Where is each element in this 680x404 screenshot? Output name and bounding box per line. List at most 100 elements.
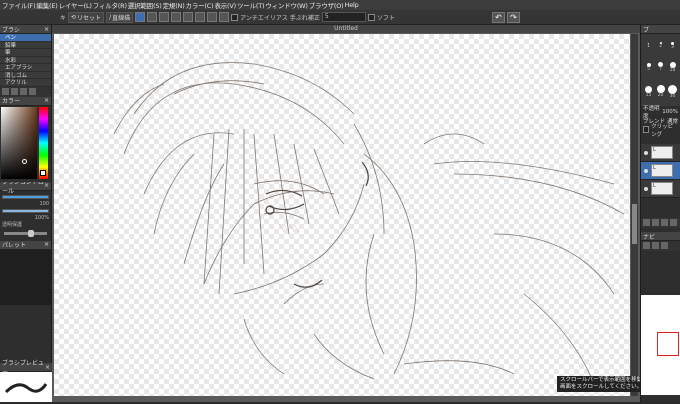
opacity-row: 不透明度 100% — [643, 106, 678, 120]
saturation-value-square[interactable] — [1, 106, 37, 179]
clip-row: クリッピング — [643, 124, 678, 138]
menu-layer[interactable]: レイヤー(L) — [59, 0, 92, 10]
close-icon[interactable]: × — [45, 364, 50, 371]
delete-layer-icon[interactable] — [670, 219, 677, 226]
current-color-swatch[interactable] — [40, 169, 46, 176]
pen-icon: / — [109, 13, 112, 21]
size-bar[interactable] — [2, 194, 49, 199]
palette[interactable] — [0, 249, 51, 305]
layer-list: L L L — [641, 144, 680, 198]
size-label: 7 — [659, 67, 662, 72]
menu-tool[interactable]: ツール(T) — [237, 0, 265, 10]
menu-view[interactable]: 表示(V) — [214, 0, 236, 10]
scroll-thumb[interactable] — [632, 204, 637, 244]
menu-window[interactable]: ウィンドウ(W) — [265, 0, 308, 10]
grid-icon[interactable] — [147, 12, 158, 22]
palette-panel-header: パレット × — [0, 240, 51, 250]
size-option[interactable]: 2 — [655, 36, 666, 55]
soft-checkbox[interactable] — [367, 13, 375, 21]
merge-layer-icon[interactable] — [661, 219, 668, 226]
close-icon[interactable]: × — [44, 241, 49, 248]
palette-panel-title: パレット — [2, 242, 27, 249]
menu-filter[interactable]: フィルタ(R) — [93, 0, 127, 10]
eye-icon[interactable] — [644, 186, 648, 191]
close-icon[interactable]: × — [44, 26, 49, 33]
sketch-drawing — [113, 62, 625, 385]
reset-button[interactable]: ⟲ リセット — [68, 11, 105, 23]
clip-label: クリッピング — [651, 123, 674, 138]
vertical-scrollbar[interactable] — [631, 34, 638, 396]
line-button[interactable]: / 直線描 — [106, 11, 134, 23]
protect-alpha-label[interactable]: 透明保護 — [2, 221, 49, 228]
stabilizer-select[interactable]: 5 — [321, 12, 366, 22]
opacity-value[interactable]: 100% — [662, 109, 678, 115]
menu-browser[interactable]: ブラウザ(O) — [309, 0, 344, 10]
grid4-icon[interactable] — [183, 12, 194, 22]
drawing-canvas[interactable] — [54, 34, 630, 396]
eye-icon[interactable] — [644, 150, 648, 155]
close-icon[interactable]: × — [44, 97, 49, 104]
toolbar: キ ⟲ リセット / 直線描 アンチエイリアス 手ぶれ補正 5 ソフト — [0, 10, 680, 25]
stabilizer-label: 手ぶれ補正 — [289, 14, 320, 22]
size-option[interactable]: 30 — [667, 79, 678, 104]
eye-icon[interactable] — [644, 168, 648, 173]
brush-panel-title: ブラシ — [2, 26, 20, 34]
menu-ruler[interactable]: 定規(N) — [163, 0, 185, 10]
menu-file[interactable]: ファイル(F) — [2, 0, 36, 10]
hue-slider[interactable] — [39, 106, 48, 179]
view-rectangle[interactable] — [657, 332, 679, 356]
clip-checkbox[interactable] — [643, 126, 650, 133]
brush-size-header: ブ — [641, 25, 680, 34]
size-option[interactable]: 15 — [643, 79, 654, 104]
undo-label[interactable]: キ — [60, 13, 66, 22]
zoom-out-icon[interactable] — [652, 242, 659, 249]
size-option[interactable]: 3 — [667, 36, 678, 55]
antialias-checkbox[interactable] — [231, 13, 239, 21]
right-panel: ブ 1 2 3 5 7 10 15 20 30 不透明度 100% ブレンド 通常 … — [640, 25, 680, 402]
size-label: 1 — [647, 43, 650, 49]
menu-edit[interactable]: 編集(E) — [36, 0, 57, 10]
grid2-icon[interactable] — [159, 12, 170, 22]
rotate-icon[interactable] — [661, 242, 668, 249]
size-option[interactable]: 20 — [655, 79, 666, 104]
undo-arrow-icon[interactable]: ↶ — [492, 12, 505, 23]
reset-icon: ⟲ — [71, 13, 77, 21]
stroke-slider[interactable] — [4, 229, 47, 237]
layer-actions — [641, 218, 680, 228]
new-layer-icon[interactable] — [643, 219, 650, 226]
gear-icon[interactable] — [207, 12, 218, 22]
layer-thumb: L — [651, 164, 673, 177]
brush-size-grid: 1 2 3 5 7 10 15 20 30 — [641, 34, 680, 106]
menu-help[interactable]: Help — [345, 1, 359, 9]
size-option[interactable]: 1 — [643, 36, 654, 55]
brush-list: ペン 鉛筆 筆 水彩 エアブラシ 消しゴム アクリル — [0, 34, 51, 87]
zoom-in-icon[interactable] — [643, 242, 650, 249]
brush-size-title: ブ — [643, 26, 650, 34]
layer-row[interactable]: L — [641, 180, 680, 198]
layer-row[interactable]: L — [641, 144, 680, 162]
copy-brush-icon[interactable] — [11, 87, 18, 95]
folder-icon[interactable] — [29, 87, 36, 95]
menu-color[interactable]: カラー(C) — [186, 0, 214, 10]
navigator-preview[interactable] — [641, 295, 680, 395]
color-cursor[interactable] — [22, 158, 27, 164]
close-icon[interactable]: × — [44, 182, 49, 189]
layer-row[interactable]: L — [641, 162, 680, 180]
circle-icon[interactable] — [195, 12, 206, 22]
list-item[interactable]: アクリル — [0, 79, 51, 87]
slider-handle[interactable] — [28, 229, 34, 237]
settings-icon[interactable] — [219, 12, 230, 22]
copy-layer-icon[interactable] — [652, 219, 659, 226]
opacity-bar[interactable] — [2, 208, 49, 213]
size-option[interactable]: 10 — [667, 56, 678, 78]
new-brush-icon[interactable] — [2, 87, 9, 95]
menu-select[interactable]: 選択範囲(S) — [128, 0, 162, 10]
select-icon[interactable] — [135, 12, 146, 22]
grid3-icon[interactable] — [171, 12, 182, 22]
size-option[interactable]: 7 — [655, 56, 666, 78]
redo-arrow-icon[interactable]: ↷ — [507, 12, 520, 23]
size-label: 10 — [669, 67, 676, 73]
dot-icon — [645, 85, 652, 93]
size-option[interactable]: 5 — [643, 56, 654, 78]
delete-brush-icon[interactable] — [20, 87, 27, 95]
